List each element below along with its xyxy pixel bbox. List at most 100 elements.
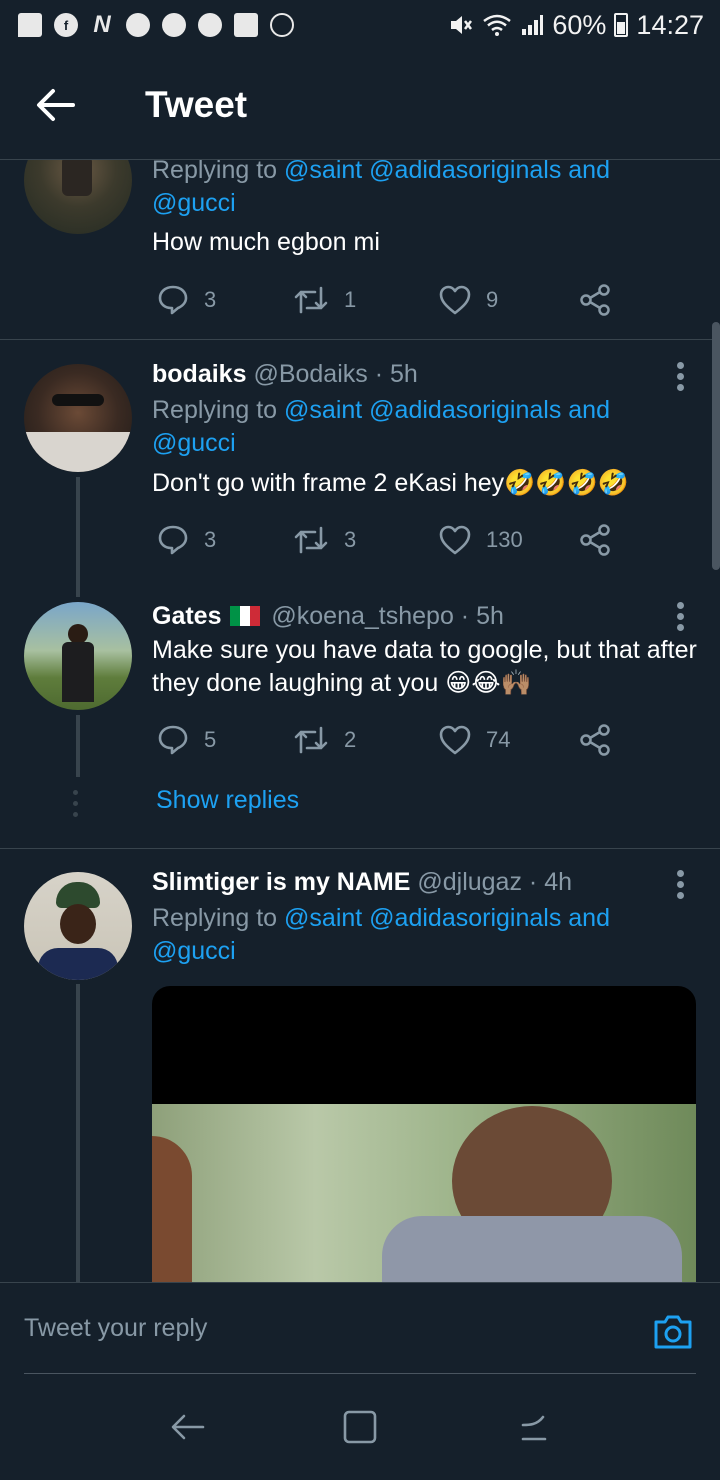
tweet-text: Don't go with frame 2 eKasi hey🤣🤣🤣🤣 [152,467,700,500]
handle[interactable]: @koena_tshepo [271,602,453,630]
display-name[interactable]: bodaiks [152,360,246,388]
reply-input[interactable] [24,1283,584,1373]
reply-count: 3 [204,527,217,552]
retweet-icon [294,526,328,554]
mention-link[interactable]: @gucci [152,937,236,965]
tweet-body: Slimtiger is my NAME @djlugaz · 4h Reply… [152,866,700,968]
tweet-item[interactable]: bodaiks @Bodaiks · 5h Replying to @saint… [0,340,720,600]
clock: 14:27 [636,9,704,40]
retweet-count: 3 [344,527,357,552]
chrome-icon [198,13,222,37]
more-options-icon[interactable] [670,362,690,391]
like-button[interactable]: 74 [438,720,510,760]
reply-button[interactable]: 3 [156,280,216,320]
mention-link[interactable]: @adidasoriginals [369,904,561,932]
mention-link[interactable]: @saint [284,160,362,184]
tweet-item[interactable]: Gates @koena_tshepo · 5h Make sure you h… [0,600,720,850]
avatar[interactable] [24,602,132,710]
wifi-icon [483,14,512,36]
tweet-actions: 3 1 9 [152,280,652,320]
reply-icon [158,725,188,755]
tweet-item[interactable]: Replying to @saint @adidasoriginals and @… [0,160,720,340]
share-button[interactable] [578,520,612,560]
tweet-header: Gates @koena_tshepo · 5h [152,602,504,630]
like-button[interactable]: 9 [438,280,498,320]
mute-icon [451,16,473,34]
battery-icon [614,13,629,37]
avatar[interactable] [24,364,132,472]
nav-recents-button[interactable] [330,1397,390,1457]
tweet-body: bodaiks @Bodaiks · 5h Replying to @saint… [152,358,700,500]
retweet-icon [294,726,328,754]
reply-bar [0,1282,720,1374]
tweet-body: Gates @koena_tshepo · 5h Make sure you h… [152,600,700,700]
tweet-feed[interactable]: Replying to @saint @adidasoriginals and @… [0,160,720,1282]
more-options-icon[interactable] [670,870,690,899]
replying-to: Replying to @saint @adidasoriginals and @… [152,394,700,460]
gallery-icon [234,13,258,37]
mention-and: and [568,160,610,184]
scrollbar[interactable] [712,322,720,570]
avatar[interactable] [24,872,132,980]
tweet-text: How much egbon mi [152,228,380,256]
camera-button[interactable] [652,1313,694,1356]
thread-dots [73,790,78,817]
tweet-item[interactable]: Slimtiger is my NAME @djlugaz · 4h Reply… [0,850,720,1282]
display-name[interactable]: Slimtiger is my NAME [152,868,410,896]
retweet-button[interactable]: 2 [292,720,356,760]
tweet-text: Make sure you have data to google, but t… [152,634,700,700]
show-replies-link[interactable]: Show replies [156,786,299,815]
replying-prefix: Replying to [152,904,285,932]
arrow-left-icon [37,88,75,121]
back-button[interactable] [0,50,110,160]
replying-prefix: Replying to [152,396,285,424]
share-button[interactable] [578,720,612,760]
thread-line [76,477,80,597]
like-count: 130 [486,527,523,552]
camera-icon [654,1315,692,1349]
emoji: 😁😂🙌🏽 [445,669,532,697]
timestamp: 5h [476,602,504,630]
share-icon [580,724,610,756]
status-bar: f N 60% 14:27 [0,0,720,50]
mention-link[interactable]: @saint [284,396,362,424]
mention-link[interactable]: @adidasoriginals [369,160,561,184]
retweet-button[interactable]: 1 [292,280,356,320]
more-options-icon[interactable] [670,602,690,631]
handle[interactable]: @Bodaiks [253,360,367,388]
mention-link[interactable]: @gucci [152,189,236,217]
mention-link[interactable]: @gucci [152,429,236,457]
tweet-text-content: Make sure you have data to google, but t… [152,636,697,697]
mention-link[interactable]: @saint [284,904,362,932]
reply-button[interactable]: 3 [156,520,216,560]
back-nav-icon [171,1414,204,1440]
handle[interactable]: @djlugaz [417,868,522,896]
retweet-count: 1 [344,287,357,312]
tweet-actions: 5 2 74 [152,720,652,760]
emoji: 🤣🤣🤣🤣 [504,469,629,497]
mention-link[interactable]: @adidasoriginals [369,396,561,424]
mention-and: and [568,904,610,932]
nav-back-button[interactable] [157,1397,217,1457]
tweet-media-image[interactable] [152,986,696,1282]
reply-icon [158,285,188,315]
retweet-button[interactable]: 3 [292,520,356,560]
display-name[interactable]: Gates [152,602,221,630]
share-icon [580,284,610,316]
recents-icon [343,1410,377,1444]
tweet-body: Replying to @saint @adidasoriginals and @… [152,160,700,259]
heart-icon [439,725,471,755]
like-button[interactable]: 130 [438,520,523,560]
reply-button[interactable]: 5 [156,720,216,760]
heart-icon [439,285,471,315]
mention-and: and [568,396,610,424]
timestamp: 5h [389,360,418,388]
share-button[interactable] [578,280,612,320]
tweet-header: Slimtiger is my NAME @djlugaz · 4h [152,868,572,896]
reply-count: 5 [204,727,217,752]
replying-prefix: Replying to [152,160,285,184]
thread-line [76,715,80,777]
avatar[interactable] [24,160,132,234]
nav-home-button[interactable] [503,1397,563,1457]
system-status: 60% 14:27 [448,10,704,41]
